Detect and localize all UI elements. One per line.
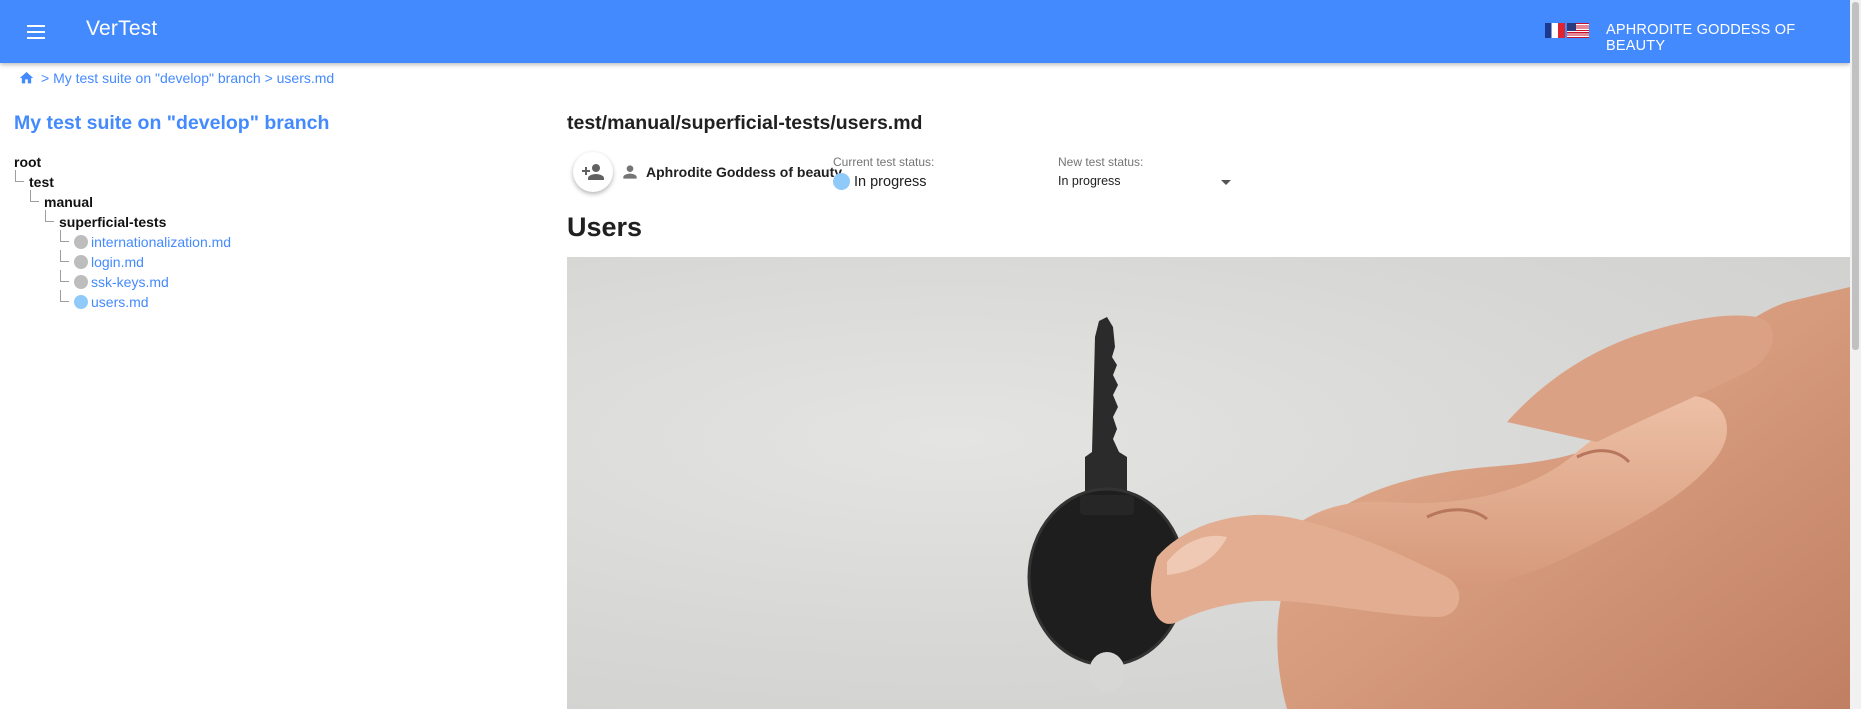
new-status-select[interactable]: In progress — [1058, 174, 1234, 196]
breadcrumb-trail[interactable]: > My test suite on "develop" branch > us… — [41, 70, 334, 86]
status-dot-icon — [74, 235, 88, 249]
tree-file-ssk-keys[interactable]: ssk-keys.md — [74, 272, 169, 292]
user-menu-button[interactable]: APHRODITE GODDESS OF BEAUTY — [1606, 22, 1850, 54]
new-status-value: In progress — [1058, 174, 1121, 188]
tree-connector — [60, 290, 69, 302]
app-title: VerTest — [86, 17, 158, 40]
breadcrumb: > My test suite on "develop" branch > us… — [18, 70, 334, 86]
file-path-title: test/manual/superficial-tests/users.md — [567, 112, 923, 134]
tree-node-root[interactable]: root — [14, 152, 41, 172]
tree-connector — [60, 270, 69, 282]
app-bar: VerTest APHRODITE GODDESS OF BEAUTY — [0, 0, 1850, 63]
tree-file-login[interactable]: login.md — [74, 252, 144, 272]
tree-file-label: login.md — [91, 254, 144, 270]
tree-file-internationalization[interactable]: internationalization.md — [74, 232, 231, 252]
scrollbar-thumb[interactable] — [1852, 2, 1859, 350]
document-image — [567, 257, 1850, 709]
tree-file-label: ssk-keys.md — [91, 274, 169, 290]
tree-connector — [60, 230, 69, 242]
tree-node-test[interactable]: test — [29, 172, 54, 192]
tree-connector — [60, 250, 69, 262]
person-icon — [623, 165, 637, 179]
tree-file-users[interactable]: users.md — [74, 292, 149, 312]
suite-title: My test suite on "develop" branch — [14, 112, 330, 134]
person-add-icon — [582, 164, 604, 180]
current-status-label: Current test status: — [833, 155, 935, 169]
tree-file-label: internationalization.md — [91, 234, 232, 250]
tree-connector — [45, 210, 54, 222]
page-scrollbar[interactable] — [1850, 0, 1861, 709]
language-switcher — [1545, 23, 1589, 38]
status-dot-icon — [74, 295, 88, 309]
assign-user-button[interactable] — [573, 152, 613, 192]
menu-icon[interactable] — [24, 20, 48, 44]
tree-node-superficial-tests[interactable]: superficial-tests — [59, 212, 166, 232]
status-dot-icon — [74, 255, 88, 269]
home-icon[interactable] — [18, 70, 35, 86]
current-status: In progress — [833, 173, 927, 190]
flag-fr-icon[interactable] — [1545, 23, 1565, 38]
new-status-label: New test status: — [1058, 155, 1144, 169]
status-in-progress-icon — [833, 173, 850, 190]
flag-us-icon[interactable] — [1567, 23, 1589, 38]
current-status-value: In progress — [854, 173, 927, 190]
document-heading: Users — [567, 212, 643, 242]
hand-holding-key-image — [1027, 287, 1850, 709]
dropdown-caret-icon — [1221, 180, 1231, 185]
status-dot-icon — [74, 275, 88, 289]
assignee: Aphrodite Goddess of beauty — [620, 162, 842, 182]
tree-node-manual[interactable]: manual — [44, 192, 93, 212]
tree-connector — [15, 170, 24, 182]
assignee-name: Aphrodite Goddess of beauty — [646, 164, 843, 180]
tree-connector — [30, 190, 39, 202]
tree-file-label: users.md — [91, 294, 149, 310]
